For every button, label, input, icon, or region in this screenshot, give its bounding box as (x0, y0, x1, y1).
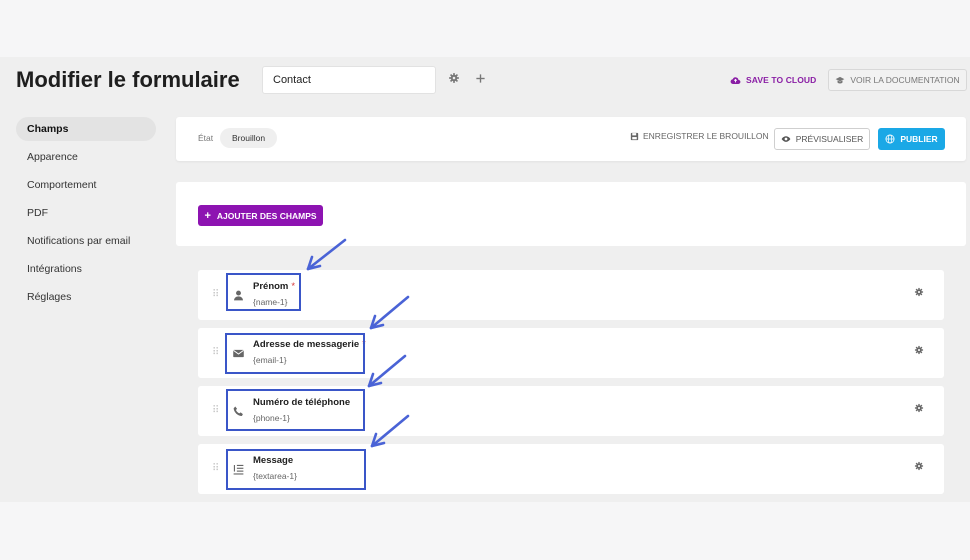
preview-label: PRÉVISUALISER (795, 134, 864, 144)
save-to-cloud-button[interactable]: SAVE TO CLOUD (730, 71, 816, 89)
sidebar-item-apparence[interactable]: Apparence (16, 145, 156, 169)
phone-icon (230, 403, 246, 419)
envelope-icon (230, 345, 246, 361)
form-name-input[interactable]: Contact (262, 66, 436, 94)
sidebar-item-champs[interactable]: Champs (16, 117, 156, 141)
field-card-phone[interactable]: ⠿ Numéro de téléphone {phone-1} (198, 386, 944, 436)
field-card-email[interactable]: ⠿ Adresse de messagerie * {email-1} (198, 328, 944, 378)
field-id: {phone-1} (253, 413, 290, 423)
documentation-label: VOIR LA DOCUMENTATION (850, 75, 960, 85)
field-label: Numéro de téléphone (253, 397, 351, 408)
plus-icon[interactable] (472, 72, 488, 88)
drag-handle-icon[interactable]: ⠿ (212, 405, 220, 417)
globe-icon (885, 134, 895, 144)
gear-icon[interactable] (912, 287, 926, 301)
gear-icon[interactable] (912, 461, 926, 475)
plus-icon: + (204, 209, 211, 222)
required-marker: * (362, 339, 366, 350)
field-card-message[interactable]: ⠿ Message {textarea-1} (198, 444, 944, 494)
user-icon (230, 287, 246, 303)
status-badge: Brouillon (220, 128, 278, 148)
add-fields-button[interactable]: + AJOUTER DES CHAMPS (198, 205, 323, 226)
publish-label: PUBLIER (900, 134, 938, 144)
textarea-icon (230, 461, 246, 477)
drag-handle-icon[interactable]: ⠿ (212, 289, 220, 301)
gear-icon[interactable] (912, 403, 926, 417)
sidebar-item-notifications[interactable]: Notifications par email (16, 229, 156, 253)
publish-button[interactable]: PUBLIER (878, 128, 945, 150)
drag-handle-icon[interactable]: ⠿ (212, 463, 220, 475)
status-bar: État Brouillon ENREGISTRER LE BROUILLON … (176, 117, 966, 161)
documentation-button[interactable]: VOIR LA DOCUMENTATION (828, 69, 967, 91)
save-draft-label: ENREGISTRER LE BROUILLON (643, 131, 769, 141)
save-icon (630, 132, 639, 140)
preview-button[interactable]: PRÉVISUALISER (774, 128, 870, 150)
page-title: Modifier le formulaire (16, 67, 240, 92)
add-fields-label: AJOUTER DES CHAMPS (216, 210, 317, 221)
gear-icon[interactable] (446, 72, 462, 88)
field-card-prenom[interactable]: ⠿ Prénom * {name-1} (198, 270, 944, 320)
sidebar: Champs Apparence Comportement PDF Notifi… (16, 117, 156, 313)
header: Modifier le formulaire Contact SAVE TO C… (0, 57, 970, 107)
sidebar-item-pdf[interactable]: PDF (16, 201, 156, 225)
sidebar-item-integrations[interactable]: Intégrations (16, 257, 156, 281)
status-label: État (198, 133, 214, 143)
sidebar-item-reglages[interactable]: Réglages (16, 285, 156, 309)
add-fields-panel: + AJOUTER DES CHAMPS (176, 182, 966, 246)
field-id: {name-1} (253, 297, 288, 307)
sidebar-item-comportement[interactable]: Comportement (16, 173, 156, 197)
eye-icon (781, 136, 791, 142)
graduation-cap-icon (835, 76, 845, 84)
field-id: {email-1} (253, 355, 287, 365)
required-marker: * (291, 281, 296, 292)
field-label: Adresse de messagerie * (253, 339, 366, 350)
field-id: {textarea-1} (253, 471, 297, 481)
field-label: Message (253, 455, 294, 466)
save-to-cloud-label: SAVE TO CLOUD (746, 75, 817, 85)
field-label: Prénom * (253, 281, 296, 292)
drag-handle-icon[interactable]: ⠿ (212, 347, 220, 359)
gear-icon[interactable] (912, 345, 926, 359)
cloud-upload-icon (730, 76, 741, 84)
save-draft-button[interactable]: ENREGISTRER LE BROUILLON (630, 131, 769, 141)
